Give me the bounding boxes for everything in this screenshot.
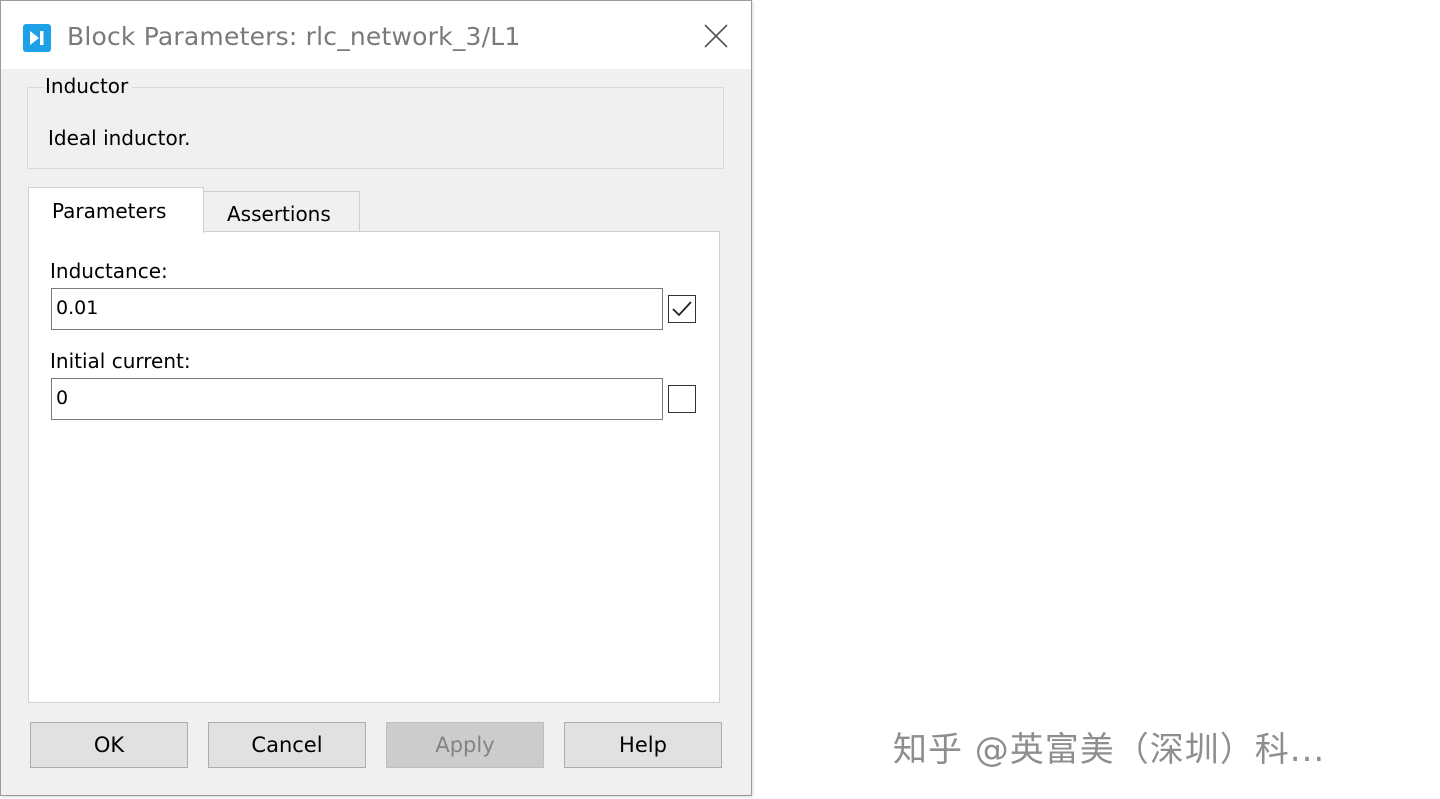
inductance-runtime-checkbox[interactable]: [668, 295, 696, 323]
watermark-text: 知乎 @英富美（深圳）科...: [893, 730, 1326, 770]
initial-current-runtime-checkbox[interactable]: [668, 385, 696, 413]
ok-button[interactable]: OK: [30, 722, 188, 768]
initial-current-label: Initial current:: [50, 349, 191, 373]
tab-parameters[interactable]: Parameters: [28, 187, 204, 233]
simulink-block-icon: [23, 24, 51, 52]
group-legend: Inductor: [43, 74, 133, 98]
window-title: Block Parameters: rlc_network_3/L1: [67, 22, 521, 51]
cancel-button[interactable]: Cancel: [208, 722, 366, 768]
inductance-label: Inductance:: [50, 259, 168, 283]
block-description: Ideal inductor.: [48, 126, 191, 150]
checkmark-icon: [672, 301, 692, 317]
tab-label: Parameters: [52, 199, 167, 223]
inductance-input[interactable]: 0.01: [51, 288, 663, 330]
help-button[interactable]: Help: [564, 722, 722, 768]
close-button[interactable]: [699, 19, 733, 53]
tab-assertions[interactable]: Assertions: [203, 191, 360, 232]
apply-button[interactable]: Apply: [386, 722, 544, 768]
tab-label: Assertions: [227, 202, 331, 226]
close-icon: [704, 24, 728, 48]
block-parameters-dialog: Block Parameters: rlc_network_3/L1 Induc…: [0, 0, 752, 796]
initial-current-input[interactable]: 0: [51, 378, 663, 420]
title-bar: Block Parameters: rlc_network_3/L1: [1, 1, 751, 69]
